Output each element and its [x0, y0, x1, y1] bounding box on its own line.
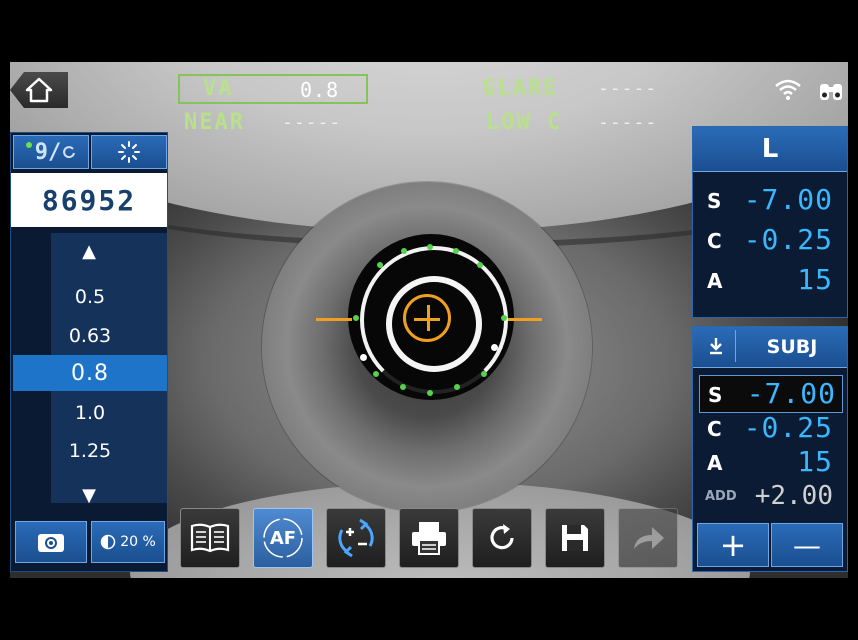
mire-dot	[427, 390, 433, 396]
mire-dot	[400, 384, 406, 390]
axis-row: A 15	[693, 261, 843, 299]
autofocus-button[interactable]: AF	[253, 508, 313, 568]
mire-dot	[427, 244, 433, 250]
camera-capture-icon	[38, 534, 64, 552]
sphere-row: S -7.00	[693, 181, 843, 219]
lowc-label: LOW C	[486, 110, 563, 135]
minus-label: —	[793, 528, 821, 562]
loading-button[interactable]	[91, 135, 167, 169]
eye-selector-l[interactable]: L	[693, 127, 847, 172]
refresh-button[interactable]	[472, 508, 532, 568]
plus-minus-cycle-button[interactable]	[326, 508, 386, 568]
subj-sphere-row[interactable]: S -7.00	[699, 375, 843, 413]
book-icon	[190, 523, 230, 553]
forward-arrow-icon	[634, 527, 664, 549]
status-dot-icon	[25, 142, 32, 148]
near-label: NEAR	[184, 110, 245, 135]
download-icon	[710, 338, 722, 355]
plus-button[interactable]: +	[697, 523, 769, 567]
contrast-icon	[100, 534, 116, 550]
minus-button[interactable]: —	[771, 523, 843, 567]
mire-dot	[481, 371, 487, 377]
left-eye-panel: L S -7.00 C -0.25 A 15	[692, 126, 848, 318]
download-button[interactable]	[697, 330, 736, 362]
cylinder-value: -0.25	[743, 223, 833, 256]
plus-minus-cycle-icon	[338, 518, 374, 558]
scroll-up-icon[interactable]: ▲	[11, 241, 167, 262]
print-button[interactable]	[399, 508, 459, 568]
spinner-icon	[118, 141, 140, 163]
near-value: -----	[282, 112, 342, 133]
subj-sphere-value: -7.00	[746, 377, 836, 410]
mire-dot-white	[360, 354, 367, 361]
print-icon	[412, 522, 446, 555]
subjective-panel: SUBJ S -7.00 C -0.25 A 15 ADD +2.00 + —	[692, 326, 848, 572]
subj-label: SUBJ	[766, 336, 818, 358]
mire-dot	[453, 248, 459, 254]
va-list-item-selected[interactable]: 0.8	[13, 355, 167, 391]
mode-label: 9/	[34, 139, 62, 165]
lowc-value: -----	[598, 112, 658, 133]
subj-header: SUBJ	[693, 327, 847, 368]
mire-dot-white	[491, 344, 498, 351]
mire-dot	[501, 315, 507, 321]
mode-button[interactable]: 9/	[13, 135, 89, 169]
scroll-down-icon[interactable]: ▼	[11, 485, 167, 506]
va-list-item[interactable]: 1.0	[13, 395, 167, 431]
axis-label: A	[707, 269, 723, 293]
cylinder-label: C	[707, 229, 722, 253]
save-button[interactable]	[545, 508, 605, 568]
subj-axis-label: A	[707, 451, 723, 475]
mire-dot	[377, 262, 383, 268]
target-crosshair-icon	[403, 294, 451, 342]
axis-value: 15	[797, 263, 833, 296]
patient-counter: 86952	[11, 173, 167, 227]
circle-arrow-icon	[63, 146, 76, 159]
forward-button[interactable]	[618, 508, 678, 568]
brightness-value: 20 %	[120, 534, 156, 550]
save-icon	[562, 525, 588, 551]
subj-sphere-label: S	[708, 383, 723, 407]
plus-label: +	[719, 526, 747, 564]
home-icon	[25, 77, 53, 103]
va-value: 0.8	[300, 78, 340, 102]
alignment-line-right	[506, 318, 542, 321]
camera-button[interactable]	[15, 521, 87, 563]
glare-value: -----	[598, 78, 658, 99]
glare-label: GLARE	[482, 76, 559, 101]
va-label: VA	[203, 76, 234, 101]
subj-axis-value: 15	[797, 445, 833, 478]
book-button[interactable]	[180, 508, 240, 568]
mire-dot	[477, 262, 483, 268]
brightness-button[interactable]: 20 %	[91, 521, 165, 563]
mire-dot	[401, 248, 407, 254]
alignment-line-left	[316, 318, 352, 321]
af-label: AF	[269, 527, 297, 549]
binoculars-icon	[820, 84, 842, 100]
refresh-icon	[490, 524, 514, 550]
add-row[interactable]: ADD +2.00	[693, 479, 843, 517]
mire-dot	[353, 315, 359, 321]
subj-axis-row[interactable]: A 15	[693, 445, 843, 483]
subj-cylinder-row[interactable]: C -0.25	[693, 411, 843, 449]
left-panel: 9/ 86952 ▲ 0.5 0.63 0.8 1.0 1.25 ▼ 20 %	[10, 132, 168, 572]
subj-cylinder-label: C	[707, 417, 722, 441]
sphere-label: S	[707, 189, 722, 213]
subj-cylinder-value: -0.25	[743, 411, 833, 444]
va-list-item[interactable]: 1.25	[13, 433, 167, 469]
va-list-item[interactable]: 0.63	[13, 318, 167, 354]
wifi-icon	[775, 79, 801, 100]
sphere-value: -7.00	[743, 183, 833, 216]
va-list-item[interactable]: 0.5	[13, 279, 167, 315]
mire-dot	[373, 371, 379, 377]
cylinder-row: C -0.25	[693, 221, 843, 259]
add-label: ADD	[705, 489, 737, 504]
mire-dot	[454, 384, 460, 390]
add-value: +2.00	[754, 481, 833, 511]
